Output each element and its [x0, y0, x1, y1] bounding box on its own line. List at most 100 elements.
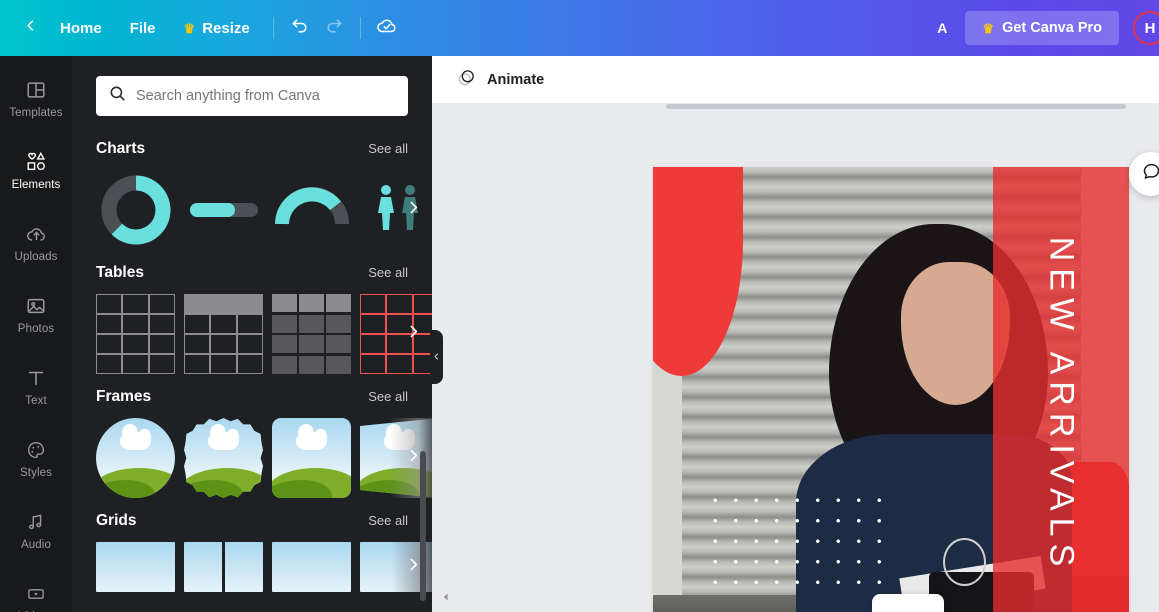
top-toolbar: Home File ♛ Resize A ♛ Get Canva Pro H [0, 0, 1159, 56]
bottom-page-control[interactable] [872, 594, 944, 612]
comment-bubble-icon [1141, 161, 1159, 187]
see-all-grids-link[interactable]: See all [368, 513, 408, 528]
search-input[interactable] [136, 88, 396, 104]
sidebar-item-audio[interactable]: Audio [0, 494, 72, 566]
chevron-right-icon [405, 447, 422, 469]
elements-icon [24, 150, 48, 174]
single-cell-grid-thumb[interactable] [96, 542, 175, 592]
tables-next-button[interactable] [402, 323, 424, 345]
sidebar-item-photos[interactable]: Photos [0, 278, 72, 350]
chevron-left-icon [23, 18, 38, 38]
section-tables: Tables See all [72, 264, 432, 374]
rounded-square-frame-thumb[interactable] [272, 418, 351, 498]
undo-icon [290, 16, 310, 41]
sidebar-item-label: Photos [17, 322, 55, 335]
dot-pattern-overlay[interactable] [700, 485, 896, 596]
redo-button[interactable] [317, 11, 351, 45]
charts-next-button[interactable] [402, 199, 424, 221]
back-button[interactable] [14, 12, 46, 44]
top-toolbar-right: A ♛ Get Canva Pro H [919, 0, 1159, 56]
editor-toolbar: Animate [432, 56, 1159, 104]
panel-scrollbar[interactable] [420, 451, 426, 601]
home-menu-button[interactable]: Home [46, 13, 116, 44]
collaborator-avatar[interactable]: A [919, 20, 965, 36]
section-header: Frames See all [96, 388, 408, 406]
canvas-horizontal-scrollbar[interactable] [666, 104, 1126, 109]
section-header: Grids See all [96, 512, 408, 530]
wide-grid-thumb[interactable] [272, 542, 351, 592]
section-header: Tables See all [96, 264, 408, 282]
resize-label: Resize [202, 19, 250, 37]
toolbar-divider-1 [272, 17, 274, 39]
section-title: Grids [96, 512, 137, 529]
section-charts: Charts See all [72, 140, 432, 250]
cloud-check-icon [376, 15, 398, 42]
section-grids: Grids See all [72, 512, 432, 592]
home-label: Home [60, 19, 102, 37]
search-box[interactable] [96, 76, 408, 116]
sidebar-item-styles[interactable]: Styles [0, 422, 72, 494]
gauge-chart-thumb[interactable] [272, 170, 351, 250]
sidebar-item-label: Elements [11, 178, 61, 191]
filled-cells-table-thumb[interactable] [272, 294, 351, 374]
design-page[interactable]: NEW ARRIVALS [653, 167, 1129, 612]
animate-circles-icon [456, 67, 477, 92]
canvas-area[interactable]: NEW ARRIVALS [432, 104, 1159, 612]
chevron-right-icon [405, 199, 422, 221]
previous-page-button[interactable] [438, 590, 454, 606]
editor-area: Animate NEW ARRIVALS [432, 56, 1159, 612]
progress-bar-chart-thumb[interactable] [184, 170, 263, 250]
see-all-charts-link[interactable]: See all [368, 141, 408, 156]
undo-button[interactable] [283, 11, 317, 45]
two-column-grid-thumb[interactable] [184, 542, 263, 592]
section-header: Charts See all [96, 140, 408, 158]
chevron-right-icon [405, 323, 422, 345]
see-all-tables-link[interactable]: See all [368, 265, 408, 280]
elements-panel: Charts See all [72, 56, 432, 612]
new-arrivals-text[interactable]: NEW ARRIVALS [1042, 237, 1081, 574]
header-row-table-thumb[interactable] [184, 294, 263, 374]
sidebar-item-label: Templates [9, 106, 63, 119]
red-banner-overlay[interactable]: NEW ARRIVALS [993, 167, 1129, 612]
text-icon [25, 366, 47, 390]
file-menu-button[interactable]: File [116, 13, 170, 44]
photo-icon [25, 294, 47, 318]
top-toolbar-left: Home File ♛ Resize [0, 0, 404, 56]
search-icon [108, 84, 127, 108]
sidebar-item-videos[interactable]: Videos [0, 566, 72, 612]
see-all-frames-link[interactable]: See all [368, 389, 408, 404]
chevron-left-icon [432, 348, 441, 366]
user-avatar[interactable]: H [1133, 11, 1159, 45]
sidebar-item-label: Uploads [14, 250, 58, 263]
sidebar-item-elements[interactable]: Elements [0, 134, 72, 206]
sidebar-item-text[interactable]: Text [0, 350, 72, 422]
animate-button[interactable]: Animate [446, 61, 554, 98]
section-title: Charts [96, 140, 146, 157]
sidebar-item-templates[interactable]: Templates [0, 62, 72, 134]
section-title: Frames [96, 388, 152, 405]
search-container [72, 56, 432, 126]
grids-row [96, 542, 432, 592]
panel-collapse-handle[interactable] [430, 330, 443, 384]
resize-button[interactable]: ♛ Resize [170, 13, 264, 44]
circle-frame-thumb[interactable] [96, 418, 175, 498]
animate-label: Animate [487, 71, 545, 88]
tables-row [96, 294, 432, 374]
left-nav-rail: Templates Elements Uploads Photos Text S… [0, 56, 72, 612]
music-note-icon [25, 510, 47, 534]
templates-icon [25, 78, 47, 102]
get-canva-pro-label: Get Canva Pro [1002, 20, 1102, 36]
crown-icon: ♛ [183, 20, 196, 36]
charts-row [96, 170, 418, 250]
donut-chart-thumb[interactable] [96, 170, 175, 250]
sidebar-item-uploads[interactable]: Uploads [0, 206, 72, 278]
video-icon [25, 582, 47, 606]
section-frames: Frames See all [72, 388, 432, 498]
upload-cloud-icon [25, 222, 48, 246]
canva-editor-app: Home File ♛ Resize A ♛ Get Canva Pro H T… [0, 0, 1159, 612]
palette-icon [25, 438, 47, 462]
saved-status-button[interactable] [370, 11, 404, 45]
get-canva-pro-button[interactable]: ♛ Get Canva Pro [965, 11, 1119, 45]
scalloped-frame-thumb[interactable] [184, 418, 263, 498]
plain-grid-table-thumb[interactable] [96, 294, 175, 374]
